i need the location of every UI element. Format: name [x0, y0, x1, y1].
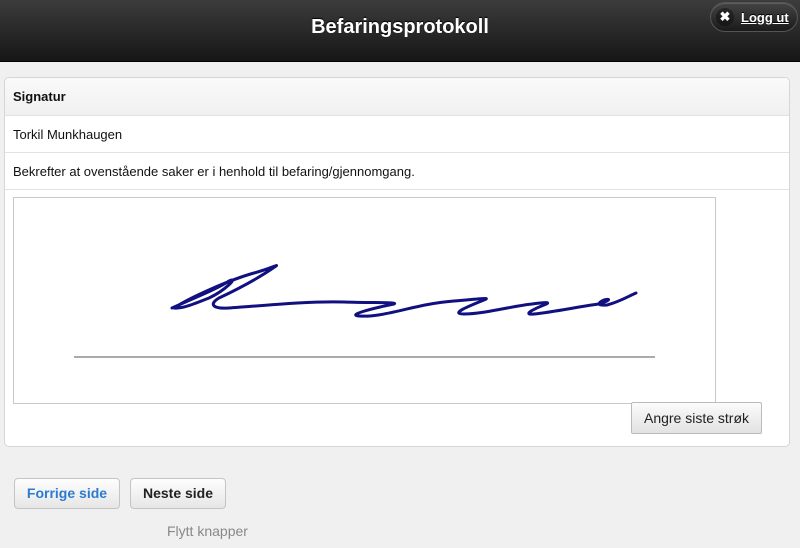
move-buttons-link[interactable]: Flytt knapper [167, 523, 248, 539]
signature-drawing [74, 264, 655, 358]
section-heading: Signatur [5, 78, 789, 116]
logout-button[interactable]: ✖ Logg ut [710, 2, 798, 32]
undo-last-stroke-button[interactable]: Angre siste strøk [631, 402, 762, 434]
signature-stroke [170, 264, 638, 318]
app-header: Befaringsprotokoll ✖ Logg ut [0, 0, 800, 62]
confirmation-text: Bekrefter at ovenstående saker er i henh… [5, 153, 789, 190]
logout-label: Logg ut [741, 10, 789, 25]
page-title: Befaringsprotokoll [311, 16, 489, 38]
close-icon: ✖ [716, 8, 734, 26]
signature-panel: Signatur Torkil Munkhaugen Bekrefter at … [4, 77, 790, 447]
signature-canvas[interactable] [13, 197, 716, 404]
signer-name: Torkil Munkhaugen [5, 116, 789, 153]
next-page-button[interactable]: Neste side [130, 478, 226, 509]
previous-page-button[interactable]: Forrige side [14, 478, 120, 509]
